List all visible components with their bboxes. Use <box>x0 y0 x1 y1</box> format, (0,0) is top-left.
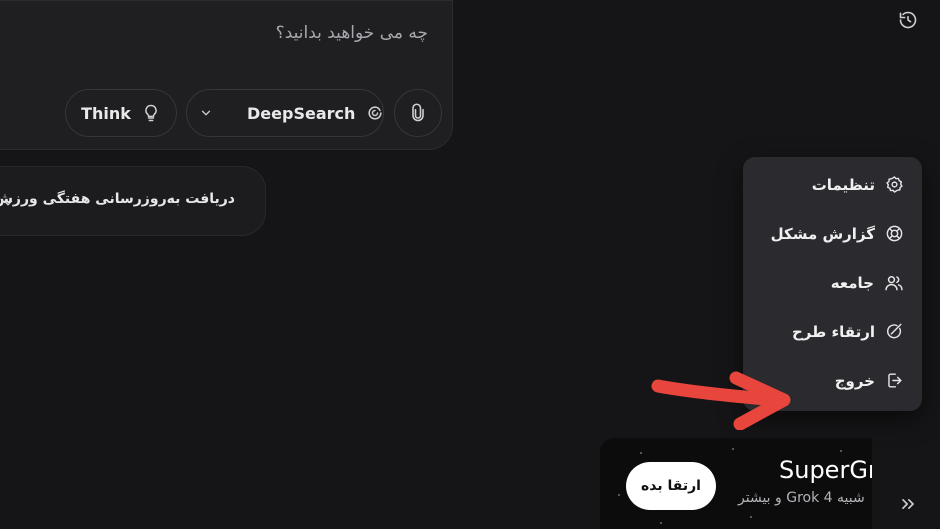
star-dot <box>618 494 620 496</box>
deepsearch-label: DeepSearch <box>247 103 356 123</box>
promo-title: SuperGrok <box>779 456 872 484</box>
supergrok-promo: SuperGrok شبیه Grok 4 و بیشتر ارتقا بده <box>600 438 872 529</box>
history-icon[interactable] <box>898 10 918 30</box>
star-dot <box>660 522 662 524</box>
deepsearch-swirl-icon <box>365 103 385 123</box>
chevron-down-icon[interactable] <box>199 106 213 120</box>
upgrade-button[interactable]: ارتقا بده <box>626 462 716 510</box>
think-label: Think <box>81 103 131 123</box>
suggestion-label: دریافت به‌روزرسانی هفتگی ورزش <box>0 191 235 207</box>
attach-button[interactable] <box>394 89 442 137</box>
menu-item-report-problem[interactable]: گزارش مشکل <box>771 224 904 243</box>
paperclip-icon <box>408 103 428 123</box>
star-dot <box>750 516 752 518</box>
menu-item-upgrade-plan[interactable]: ارتقاء طرح <box>792 322 904 341</box>
star-dot <box>840 450 842 452</box>
lightbulb-icon <box>141 103 161 123</box>
promo-subtitle: شبیه Grok 4 و بیشتر <box>738 490 865 506</box>
star-dot <box>732 448 734 450</box>
help-ring-icon <box>885 224 904 243</box>
gear-icon <box>885 175 904 194</box>
think-button[interactable]: Think <box>65 89 177 137</box>
prompt-placeholder[interactable]: چه می خواهید بدانید؟ <box>276 23 428 43</box>
upgrade-plan-icon <box>885 322 904 341</box>
logout-icon <box>885 371 904 390</box>
chevrons-right-icon[interactable] <box>898 494 918 514</box>
menu-item-label: ارتقاء طرح <box>792 322 875 341</box>
suggestion-chip[interactable]: دریافت به‌روزرسانی هفتگی ورزش <box>0 166 266 236</box>
deepsearch-button[interactable]: DeepSearch <box>186 89 384 137</box>
menu-item-logout[interactable]: خروج <box>835 371 904 390</box>
menu-item-community[interactable]: جامعه <box>831 273 904 293</box>
users-icon <box>884 273 904 293</box>
chevron-down-icon[interactable] <box>1 196 15 210</box>
menu-item-label: تنظیمات <box>811 175 875 194</box>
annotation-arrow-icon <box>651 371 791 430</box>
prompt-composer[interactable]: چه می خواهید بدانید؟ Think DeepSearch <box>0 0 453 150</box>
menu-item-settings[interactable]: تنظیمات <box>812 175 904 194</box>
menu-item-label: جامعه <box>830 274 874 292</box>
menu-item-label: خروج <box>834 371 875 390</box>
menu-item-label: گزارش مشکل <box>770 224 875 243</box>
star-dot <box>640 452 642 454</box>
